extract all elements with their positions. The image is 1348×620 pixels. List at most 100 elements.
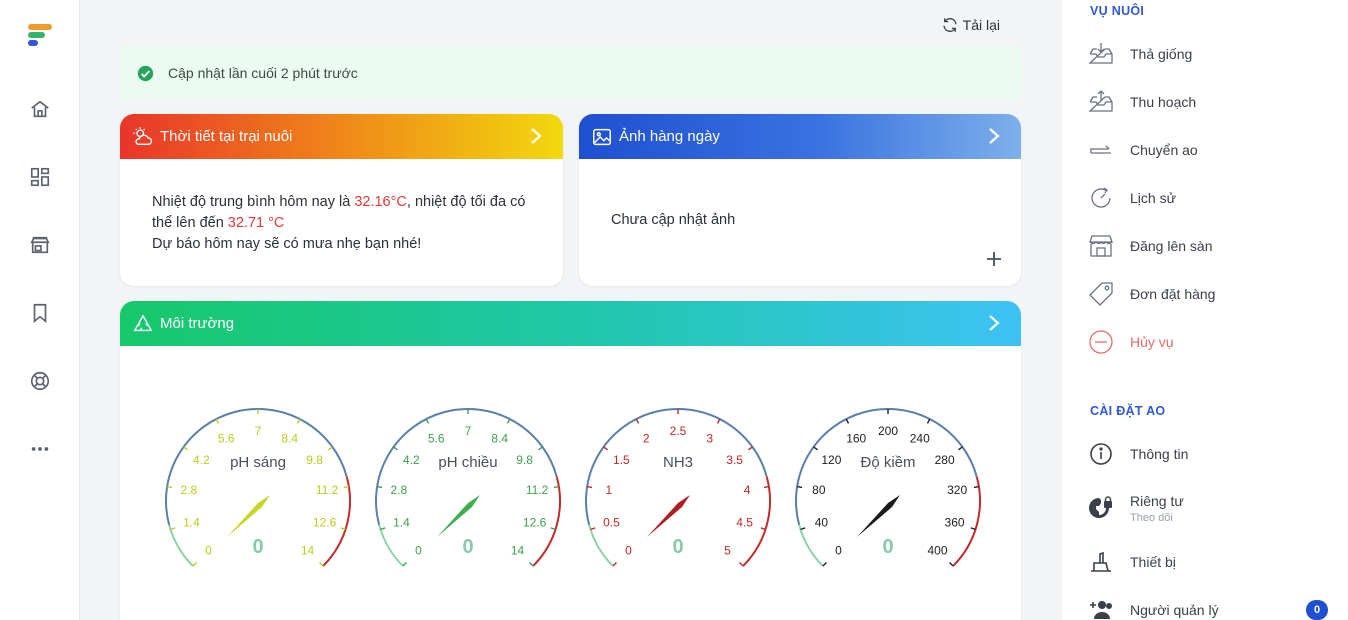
gauge-tick-label: 4 [744, 483, 751, 497]
sidebar-item-label: Hủy vụ [1130, 334, 1174, 350]
gauge-tick-label: 0 [625, 543, 632, 557]
section-title-pond-settings: CÀI ĐẶT AO [1090, 404, 1166, 418]
gauge-tick-label: 7 [255, 424, 262, 438]
gauge-needle [227, 495, 270, 537]
gauge-title: pH sáng [230, 454, 286, 471]
gauge-tick [763, 485, 769, 489]
gauge-tick [296, 418, 301, 424]
photo-card-header[interactable]: Ảnh hàng ngày [579, 114, 1021, 159]
sidebar-item-label: Lịch sử [1130, 190, 1176, 206]
home-icon[interactable] [26, 95, 54, 123]
gauge-tick [192, 562, 197, 567]
dashboard-icon[interactable] [26, 163, 54, 191]
sidebar-item-transfer[interactable]: Chuyển ao [1088, 134, 1328, 166]
gauge-tick [402, 562, 407, 567]
gauge-tick [343, 485, 349, 489]
people-add-icon [1088, 597, 1114, 620]
gauge-value: 0 [252, 536, 263, 558]
privacy-globe-icon [1088, 495, 1114, 521]
gauge-tick [747, 446, 753, 451]
more-icon[interactable] [26, 435, 54, 463]
gauge-tick [949, 562, 954, 567]
gauge-arc-segment [378, 524, 404, 567]
privacy-sublabel: Theo dõi [1130, 511, 1173, 524]
gauge-tick [822, 562, 827, 567]
gauge-tick-label: 4.2 [403, 453, 420, 467]
gauge-tick-label: 160 [846, 432, 866, 446]
sidebar-item-info[interactable]: Thông tin [1088, 438, 1328, 470]
refresh-icon [942, 18, 957, 32]
sidebar-item-cancel-crop[interactable]: Hủy vụ [1088, 326, 1328, 358]
gauge-tick [845, 418, 850, 424]
gauge-tick-label: 2.5 [670, 424, 687, 438]
gauge-tick-label: 1 [606, 483, 613, 497]
chevron-right-icon[interactable] [987, 126, 1001, 146]
cloud-sun-icon [133, 126, 153, 145]
sidebar-item-devices[interactable]: Thiết bị [1088, 546, 1328, 578]
sidebar-item-stocking[interactable]: Thả giống [1088, 38, 1328, 70]
daily-photo-card: Ảnh hàng ngày Chưa cập nhật ảnh [579, 114, 1021, 286]
tray-in-icon [1088, 41, 1114, 67]
weather-line1-prefix: Nhiệt độ trung bình hôm nay là [152, 194, 355, 210]
gauge-tick-label: 360 [945, 516, 965, 530]
gauge-tick-label: 11.2 [526, 483, 549, 497]
sidebar-item-harvest[interactable]: Thu hoạch [1088, 86, 1328, 118]
gauge-tick-label: 400 [927, 543, 947, 557]
gauge-tick-label: 0.5 [603, 516, 620, 530]
gauge-title: pH chiều [438, 454, 497, 471]
sidebar-item-label: Chuyển ao [1130, 142, 1198, 158]
add-photo-icon[interactable] [985, 250, 1003, 268]
avg-temperature: 32.16°C [354, 194, 407, 210]
app-logo[interactable] [26, 22, 56, 52]
gauge-tick-label: 4.5 [736, 516, 753, 530]
environment-card-header[interactable]: Môi trường [120, 301, 1021, 346]
check-circle-icon [137, 65, 154, 81]
gauge-tick [506, 418, 511, 424]
weather-card: Thời tiết tại trại nuôi Nhiệt độ trung b… [120, 114, 563, 286]
managers-count-badge: 0 [1306, 600, 1328, 620]
weather-card-header[interactable]: Thời tiết tại trại nuôi [120, 114, 563, 159]
gauge-tick [813, 446, 819, 451]
main-content: Tải lại Cập nhật lần cuối 2 phút trước T… [80, 0, 1062, 620]
gauge-tick [170, 527, 176, 531]
sidebar-item-orders[interactable]: Đơn đặt hàng [1088, 278, 1328, 310]
sidebar-item-label: Thiết bị [1130, 554, 1176, 570]
sidebar-item-managers[interactable]: Người quản lý 0 [1088, 594, 1328, 620]
gauge-tick [590, 527, 596, 531]
gauge-tick-label: 9.8 [306, 453, 323, 467]
sidebar-item-privacy[interactable]: Riêng tư Theo dõi [1088, 490, 1328, 526]
sidebar-item-label: Thông tin [1130, 446, 1189, 462]
gauge-tick-label: 11.2 [316, 483, 339, 497]
chevron-right-icon[interactable] [987, 313, 1001, 333]
gauge-tick [635, 418, 640, 424]
gauge-tick-label: 200 [878, 424, 898, 438]
store-icon[interactable] [26, 231, 54, 259]
lifebuoy-icon[interactable] [26, 367, 54, 395]
storefront-icon [1088, 233, 1114, 259]
sidebar-item-marketplace[interactable]: Đăng lên sàn [1088, 230, 1328, 262]
gauge-tick-label: 12.6 [313, 516, 337, 530]
bookmark-icon[interactable] [26, 299, 54, 327]
gauge-tick [760, 527, 766, 531]
gauge-tick-label: 240 [910, 432, 930, 446]
gauge-arc-segment [588, 524, 614, 567]
gauge-3: 0 40 80 120 160 200 240 280 320 360 400 Độ kiềm 0 [788, 406, 988, 581]
device-icon [1088, 549, 1114, 575]
gauge-tick-label: 8.4 [281, 432, 298, 446]
environment-card: Môi trường 0 1.4 2.8 4.2 5.6 7 8.4 9.8 11.2 12.6 1… [120, 301, 1021, 620]
left-rail [0, 0, 80, 620]
sidebar-item-label: Đăng lên sàn [1130, 238, 1213, 254]
gauge-tick [167, 485, 173, 489]
gauge-tick-label: 320 [947, 483, 967, 497]
sidebar-item-history[interactable]: Lịch sử [1088, 182, 1328, 214]
gauge-tick-label: 2.8 [181, 483, 198, 497]
gauge-tick-label: 1.4 [393, 516, 410, 530]
gauge-tick [340, 527, 346, 531]
chevron-right-icon[interactable] [529, 126, 543, 146]
gauge-tick-label: 14 [301, 543, 315, 557]
gauge-arc-segment [798, 524, 824, 567]
reload-button[interactable]: Tải lại [941, 16, 1000, 34]
sidebar-item-label: Đơn đặt hàng [1130, 286, 1216, 302]
right-sidebar: VỤ NUÔI Thả giống Thu hoạch Chuyển ao Lị… [1062, 0, 1348, 620]
gauge-tick [739, 562, 744, 567]
